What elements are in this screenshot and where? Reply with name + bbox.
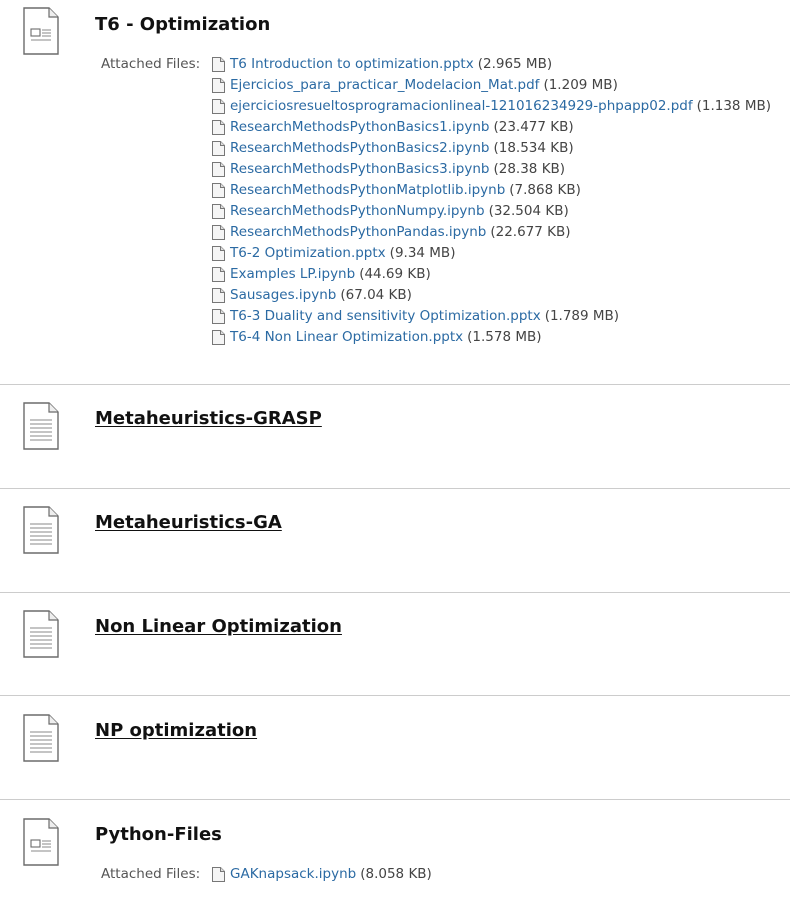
file-item: GAKnapsack.ipynb (8.058 KB) [212, 864, 432, 885]
file-size: (44.69 KB) [359, 266, 431, 282]
item-title-link[interactable]: Non Linear Optimization [95, 616, 342, 638]
file-size: (32.504 KB) [488, 203, 569, 219]
item-title: Python-Files [95, 824, 222, 845]
file-link[interactable]: ResearchMethodsPythonBasics2.ipynb [230, 138, 489, 159]
file-link[interactable]: ResearchMethodsPythonMatplotlib.ipynb [230, 180, 505, 201]
file-icon [212, 183, 225, 198]
divider [0, 384, 790, 385]
file-size: (8.058 KB) [360, 866, 432, 882]
file-size: (28.38 KB) [493, 161, 566, 177]
file-item: ejerciciosresueltosprogramacionlineal-12… [212, 96, 771, 117]
attached-files-label: Attached Files: [101, 56, 201, 72]
document-icon [23, 402, 59, 450]
file-icon [212, 246, 225, 261]
file-size: (1.209 MB) [543, 77, 618, 93]
attached-files-list: T6 Introduction to optimization.pptx (2.… [212, 54, 771, 348]
file-icon [212, 288, 225, 303]
file-size: (67.04 KB) [340, 287, 412, 303]
file-icon [212, 225, 225, 240]
file-item: T6-4 Non Linear Optimization.pptx (1.578… [212, 327, 771, 348]
file-size: (1.138 MB) [696, 98, 771, 114]
file-icon [212, 267, 225, 282]
divider [0, 695, 790, 696]
file-link[interactable]: T6-4 Non Linear Optimization.pptx [230, 327, 463, 348]
document-with-attachments-icon [23, 7, 59, 55]
file-icon [212, 867, 225, 882]
file-icon [212, 78, 225, 93]
file-link[interactable]: ejerciciosresueltosprogramacionlineal-12… [230, 96, 693, 117]
file-size: (22.677 KB) [490, 224, 571, 240]
file-size: (23.477 KB) [493, 119, 574, 135]
file-size: (1.578 MB) [467, 329, 542, 345]
file-item: ResearchMethodsPythonPandas.ipynb (22.67… [212, 222, 771, 243]
file-size: (9.34 MB) [389, 245, 456, 261]
document-icon [23, 714, 59, 762]
document-icon [23, 610, 59, 658]
file-item: ResearchMethodsPythonBasics1.ipynb (23.4… [212, 117, 771, 138]
file-link[interactable]: T6-2 Optimization.pptx [230, 243, 386, 264]
file-icon [212, 141, 225, 156]
document-icon [23, 506, 59, 554]
file-link[interactable]: Sausages.ipynb [230, 285, 336, 306]
file-link[interactable]: GAKnapsack.ipynb [230, 864, 356, 885]
divider [0, 488, 790, 489]
file-item: ResearchMethodsPythonNumpy.ipynb (32.504… [212, 201, 771, 222]
file-size: (7.868 KB) [509, 182, 581, 198]
file-icon [212, 162, 225, 177]
file-item: T6 Introduction to optimization.pptx (2.… [212, 54, 771, 75]
file-item: ResearchMethodsPythonBasics3.ipynb (28.3… [212, 159, 771, 180]
file-item: T6-2 Optimization.pptx (9.34 MB) [212, 243, 771, 264]
file-link[interactable]: Ejercicios_para_practicar_Modelacion_Mat… [230, 75, 539, 96]
attached-files-label: Attached Files: [101, 866, 201, 882]
file-item: ResearchMethodsPythonMatplotlib.ipynb (7… [212, 180, 771, 201]
file-link[interactable]: ResearchMethodsPythonBasics3.ipynb [230, 159, 489, 180]
file-link[interactable]: ResearchMethodsPythonPandas.ipynb [230, 222, 486, 243]
file-link[interactable]: T6 Introduction to optimization.pptx [230, 54, 474, 75]
attached-files-list: GAKnapsack.ipynb (8.058 KB) [212, 864, 432, 885]
file-item: Sausages.ipynb (67.04 KB) [212, 285, 771, 306]
file-link[interactable]: Examples LP.ipynb [230, 264, 355, 285]
file-icon [212, 120, 225, 135]
file-item: T6-3 Duality and sensitivity Optimizatio… [212, 306, 771, 327]
file-icon [212, 309, 225, 324]
file-icon [212, 57, 225, 72]
file-link[interactable]: ResearchMethodsPythonNumpy.ipynb [230, 201, 485, 222]
file-size: (1.789 MB) [544, 308, 620, 324]
divider [0, 799, 790, 800]
item-title-link[interactable]: NP optimization [95, 720, 257, 742]
document-with-attachments-icon [23, 818, 59, 866]
item-title-link[interactable]: Metaheuristics-GRASP [95, 408, 322, 430]
file-size: (18.534 KB) [493, 140, 574, 156]
item-title: T6 - Optimization [95, 14, 271, 35]
file-size: (2.965 MB) [477, 56, 553, 72]
file-link[interactable]: T6-3 Duality and sensitivity Optimizatio… [230, 306, 541, 327]
file-icon [212, 99, 225, 114]
item-title-link[interactable]: Metaheuristics-GA [95, 512, 282, 534]
file-link[interactable]: ResearchMethodsPythonBasics1.ipynb [230, 117, 489, 138]
file-icon [212, 204, 225, 219]
divider [0, 592, 790, 593]
file-item: Examples LP.ipynb (44.69 KB) [212, 264, 771, 285]
file-item: Ejercicios_para_practicar_Modelacion_Mat… [212, 75, 771, 96]
file-icon [212, 330, 225, 345]
file-item: ResearchMethodsPythonBasics2.ipynb (18.5… [212, 138, 771, 159]
